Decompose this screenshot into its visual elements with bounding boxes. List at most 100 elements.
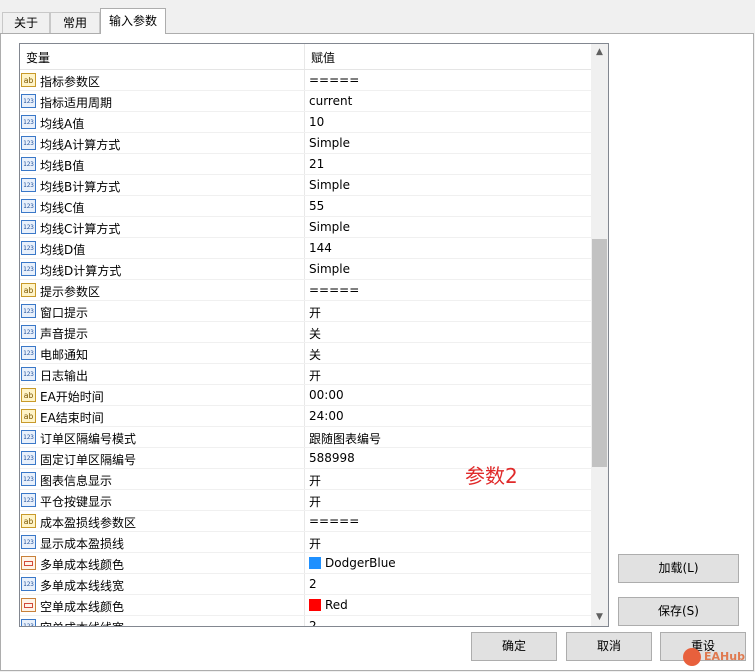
table-row[interactable]: 123 窗口提示 开 (20, 301, 591, 322)
table-row[interactable]: 123 声音提示 关 (20, 322, 591, 343)
parameter-value[interactable]: 开 (309, 535, 321, 552)
table-row[interactable]: 123 均线D计算方式 Simple (20, 259, 591, 280)
numeric-type-icon: 123 (21, 199, 36, 213)
parameter-value[interactable]: 24:00 (309, 409, 344, 423)
table-row[interactable]: ab 成本盈损线参数区 ===== (20, 511, 591, 532)
parameter-value[interactable]: 144 (309, 241, 332, 255)
parameter-value[interactable]: 55 (309, 199, 324, 213)
table-row[interactable]: 123 均线C值 55 (20, 196, 591, 217)
parameter-value-text: 21 (309, 157, 325, 171)
parameter-value-text: 2 (309, 619, 317, 627)
table-row[interactable]: ab EA结束时间 24:00 (20, 406, 591, 427)
vertical-scrollbar[interactable]: ▲ ▼ (591, 44, 608, 626)
color-type-icon (21, 598, 36, 612)
table-row[interactable]: ab 指标参数区 ===== (20, 70, 591, 91)
parameter-value-text: 144 (309, 241, 332, 255)
table-row[interactable]: 123 均线A值 10 (20, 112, 591, 133)
parameter-value[interactable]: 10 (309, 115, 324, 129)
logo-icon (683, 648, 701, 666)
parameter-value[interactable]: ===== (309, 73, 359, 87)
parameter-value[interactable]: ===== (309, 283, 359, 297)
table-row[interactable]: 123 均线B值 21 (20, 154, 591, 175)
table-row[interactable]: 123 空单成本线线宽 2 (20, 616, 591, 627)
table-row[interactable]: 123 订单区隔编号模式 跟随图表编号 (20, 427, 591, 448)
parameter-value[interactable]: 关 (309, 346, 321, 363)
parameter-name: 日志输出 (40, 369, 89, 383)
parameter-value[interactable]: 2 (309, 619, 317, 627)
table-row[interactable]: 123 均线B计算方式 Simple (20, 175, 591, 196)
table-row[interactable]: 多单成本线颜色 DodgerBlue (20, 553, 591, 574)
numeric-type-icon: 123 (21, 136, 36, 150)
parameter-value-text: 00:00 (309, 388, 344, 402)
parameter-value[interactable]: 2 (309, 577, 317, 591)
table-row[interactable]: 123 显示成本盈损线 开 (20, 532, 591, 553)
parameter-value[interactable]: ===== (309, 514, 359, 528)
tab-about[interactable]: 关于 (2, 12, 50, 33)
tab-common[interactable]: 常用 (50, 12, 100, 33)
table-row[interactable]: 123 指标适用周期 current (20, 91, 591, 112)
table-row[interactable]: ab 提示参数区 ===== (20, 280, 591, 301)
table-row[interactable]: 空单成本线颜色 Red (20, 595, 591, 616)
parameter-name: 图表信息显示 (40, 474, 113, 488)
parameter-value-text: Simple (309, 136, 350, 150)
table-row[interactable]: 123 均线D值 144 (20, 238, 591, 259)
parameter-value-text: 开 (309, 369, 322, 383)
parameter-value[interactable]: 关 (309, 325, 321, 342)
table-row[interactable]: 123 多单成本线线宽 2 (20, 574, 591, 595)
parameter-name: 均线A计算方式 (40, 138, 121, 152)
table-row[interactable]: 123 均线C计算方式 Simple (20, 217, 591, 238)
ok-button[interactable]: 确定 (471, 632, 557, 661)
parameter-value[interactable]: Simple (309, 220, 350, 234)
save-button[interactable]: 保存(S) (618, 597, 739, 626)
parameter-value[interactable]: Red (309, 598, 348, 612)
numeric-type-icon: 123 (21, 430, 36, 444)
parameter-value[interactable]: Simple (309, 136, 350, 150)
parameter-value-text: 588998 (309, 451, 355, 465)
chevron-down-icon[interactable]: ▼ (591, 609, 608, 626)
scrollbar-thumb[interactable] (592, 239, 607, 467)
color-swatch[interactable] (309, 599, 321, 611)
numeric-type-icon: 123 (21, 451, 36, 465)
parameter-value[interactable]: 跟随图表编号 (309, 430, 381, 447)
parameter-value-text: 55 (309, 199, 325, 213)
parameter-value[interactable]: 588998 (309, 451, 355, 465)
parameter-value-text: 24:00 (309, 409, 344, 423)
parameter-value[interactable]: current (309, 94, 352, 108)
parameter-value-text: Simple (309, 220, 350, 234)
parameter-value-text: 开 (309, 306, 322, 320)
parameter-value[interactable]: 21 (309, 157, 324, 171)
parameter-value[interactable]: Simple (309, 178, 350, 192)
parameter-value[interactable]: 开 (309, 472, 321, 489)
parameter-value[interactable]: 00:00 (309, 388, 344, 402)
parameter-value[interactable]: 开 (309, 304, 321, 321)
parameter-name: 多单成本线线宽 (40, 579, 125, 593)
load-button[interactable]: 加载(L) (618, 554, 739, 583)
parameter-value-text: ===== (309, 283, 360, 297)
text-type-icon: ab (21, 514, 36, 528)
parameter-name: 电邮通知 (40, 348, 89, 362)
header-variable[interactable]: 变量 (26, 49, 50, 66)
parameter-value[interactable]: DodgerBlue (309, 556, 396, 570)
parameter-name: EA开始时间 (40, 390, 104, 404)
table-row[interactable]: 123 电邮通知 关 (20, 343, 591, 364)
parameter-name: 提示参数区 (40, 285, 101, 299)
color-swatch[interactable] (309, 557, 321, 569)
parameter-name: 窗口提示 (40, 306, 89, 320)
tab-input-params[interactable]: 输入参数 (100, 8, 166, 34)
header-value[interactable]: 赋值 (311, 49, 335, 66)
table-row[interactable]: 123 平仓按键显示 开 (20, 490, 591, 511)
parameter-value[interactable]: 开 (309, 367, 321, 384)
table-row[interactable]: 123 日志输出 开 (20, 364, 591, 385)
parameter-value[interactable]: 开 (309, 493, 321, 510)
parameter-value[interactable]: Simple (309, 262, 350, 276)
numeric-type-icon: 123 (21, 94, 36, 108)
parameter-name: 均线D值 (40, 243, 86, 257)
parameter-value-text: Simple (309, 178, 350, 192)
chevron-up-icon[interactable]: ▲ (591, 44, 608, 61)
table-row[interactable]: 123 均线A计算方式 Simple (20, 133, 591, 154)
table-row[interactable]: ab EA开始时间 00:00 (20, 385, 591, 406)
parameter-name: 空单成本线线宽 (40, 619, 124, 626)
cancel-button[interactable]: 取消 (566, 632, 652, 661)
overlay-annotation: 参数2 (465, 464, 518, 488)
parameter-name: 均线C计算方式 (40, 222, 121, 236)
